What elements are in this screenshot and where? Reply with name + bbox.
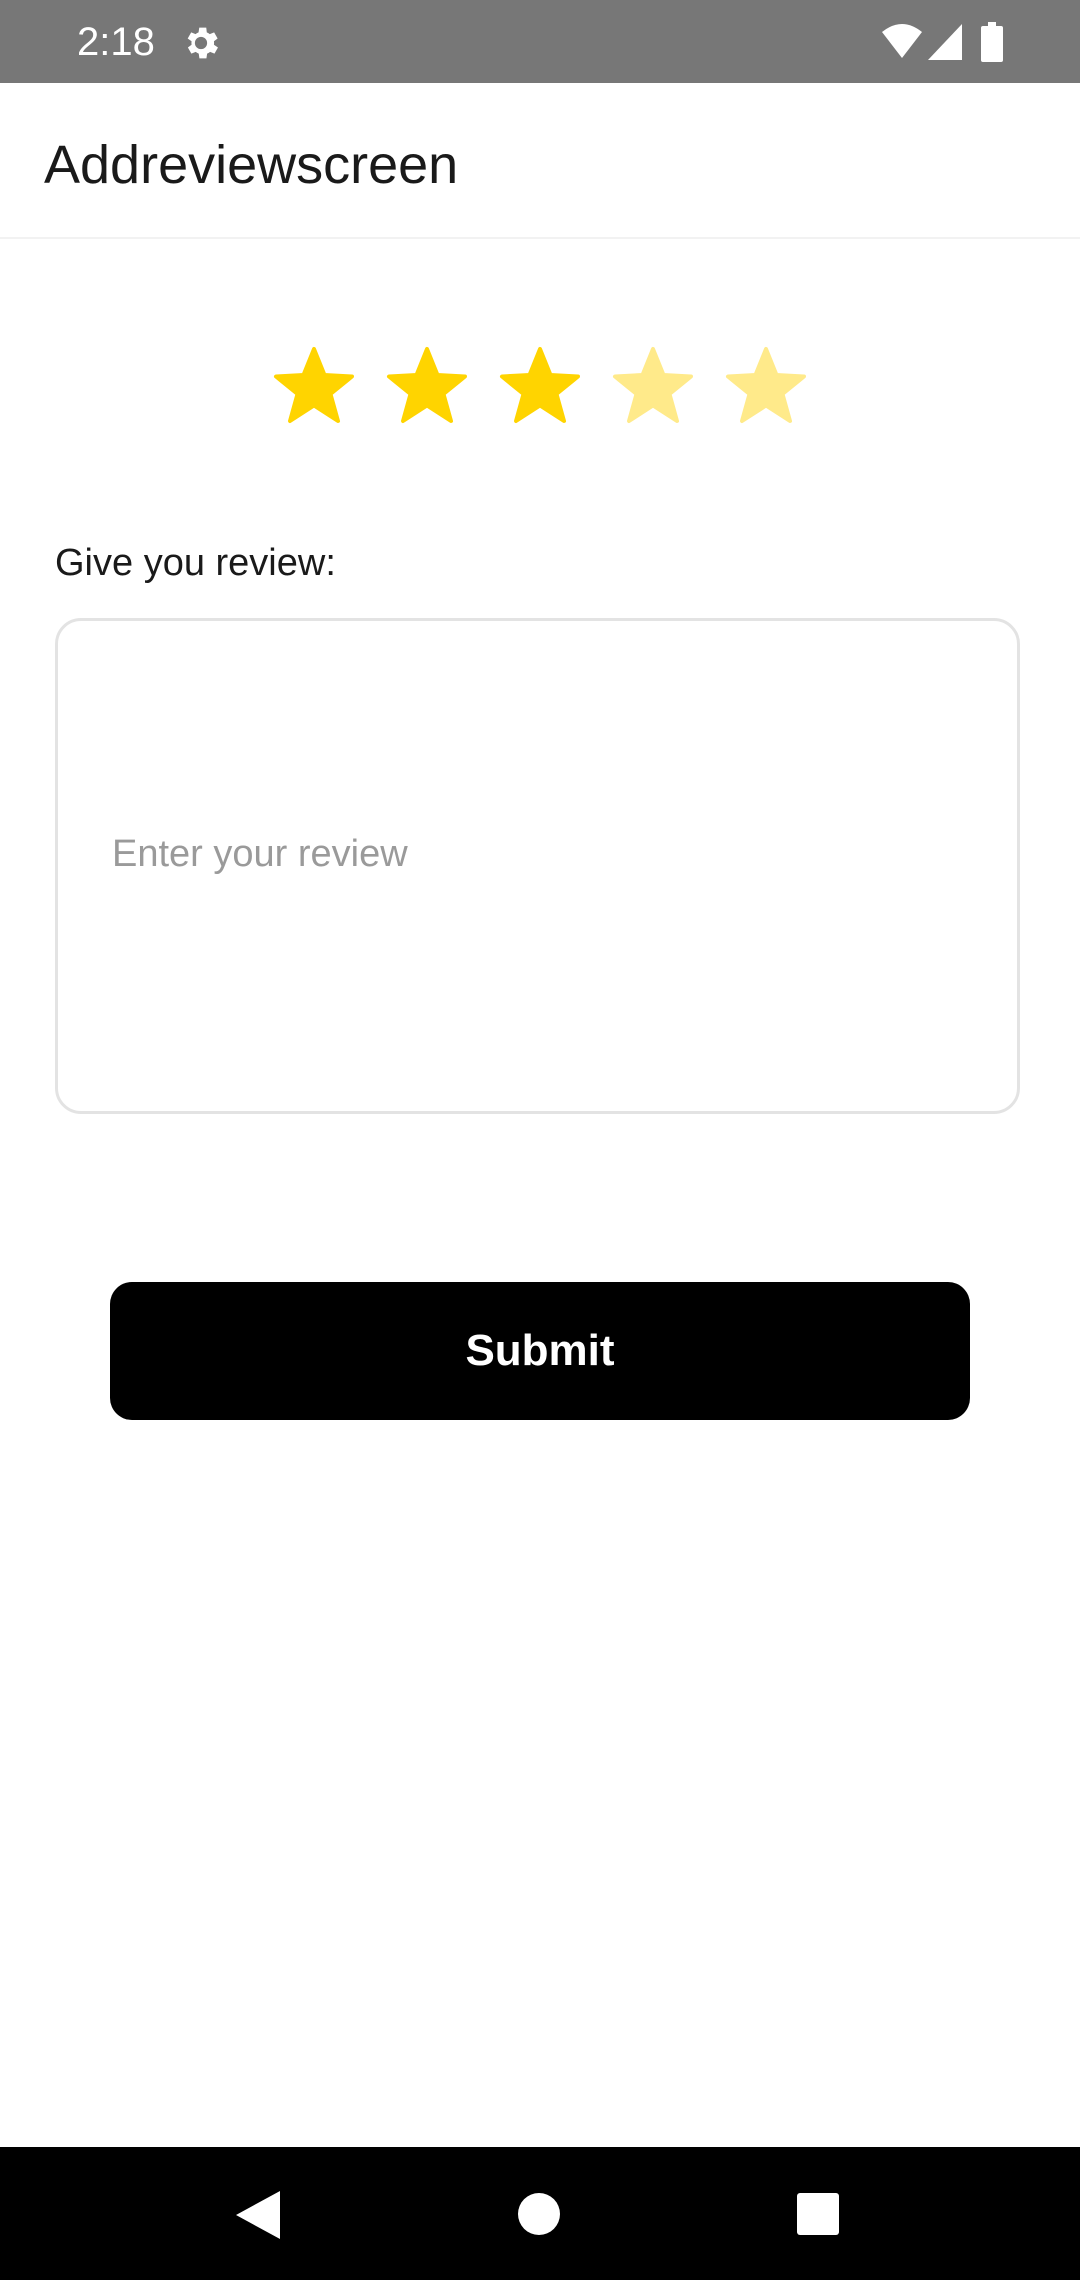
review-label: Give you review:	[55, 542, 336, 584]
star-icon[interactable]	[385, 345, 469, 429]
star-icon[interactable]	[611, 345, 695, 429]
submit-button[interactable]: Submit	[110, 1282, 970, 1420]
home-icon[interactable]	[518, 2193, 560, 2235]
gear-icon	[187, 27, 218, 59]
page-title: Addreviewscreen	[44, 135, 459, 195]
navigation-bar	[0, 2147, 1080, 2280]
status-bar: 2:18	[0, 0, 1080, 83]
battery-icon	[981, 22, 1003, 62]
star-icon[interactable]	[724, 345, 808, 429]
wifi-icon	[882, 24, 922, 58]
star-rating[interactable]	[272, 345, 812, 429]
status-time: 2:18	[77, 20, 155, 64]
recents-icon[interactable]	[797, 2193, 839, 2235]
star-icon[interactable]	[272, 345, 356, 429]
app-bar: Addreviewscreen	[0, 83, 1080, 239]
star-icon[interactable]	[498, 345, 582, 429]
signal-icon	[928, 24, 962, 60]
review-input-container[interactable]: Enter your review	[55, 618, 1020, 1114]
back-icon[interactable]	[236, 2191, 280, 2239]
review-input[interactable]	[108, 621, 958, 1111]
